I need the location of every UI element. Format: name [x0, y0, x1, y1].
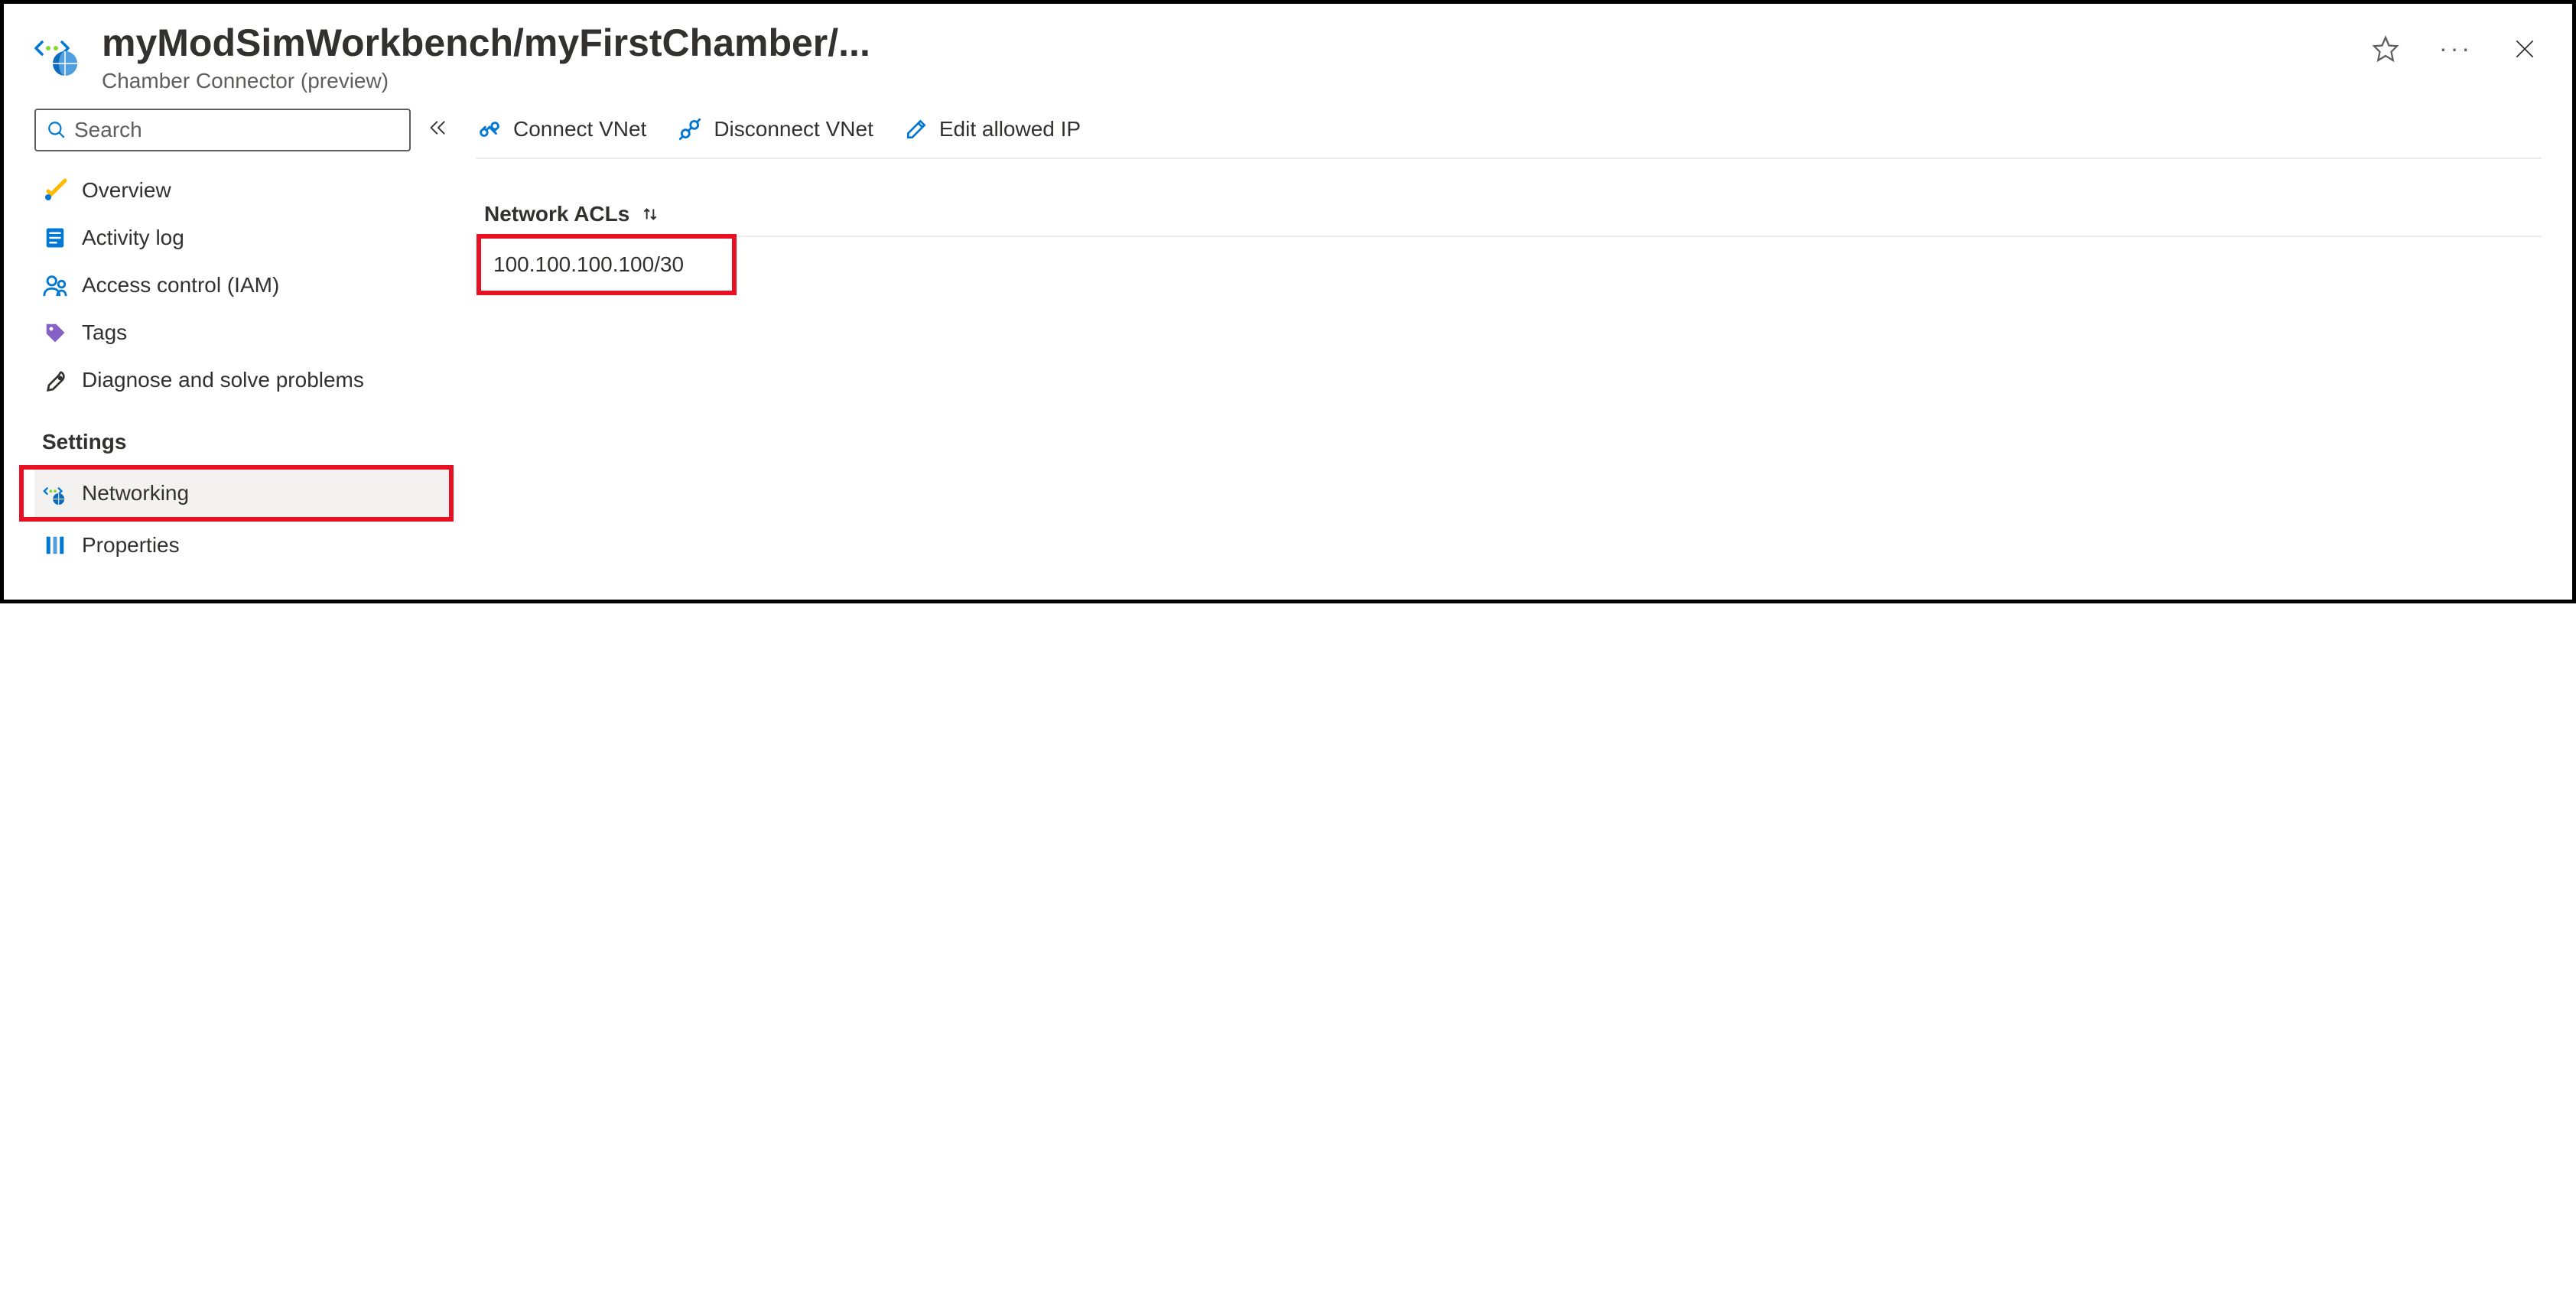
- tags-icon: [42, 320, 68, 346]
- sidebar-item-label: Tags: [82, 320, 127, 345]
- button-label: Disconnect VNet: [714, 117, 873, 141]
- table-row[interactable]: 100.100.100.100/30: [476, 234, 737, 295]
- main-content: Connect VNet Disconnect VNet Edit allowe…: [476, 109, 2542, 581]
- properties-icon: [42, 532, 68, 558]
- overview-icon: [42, 177, 68, 203]
- disconnect-icon: [677, 116, 703, 142]
- disconnect-vnet-button[interactable]: Disconnect VNet: [677, 116, 873, 142]
- sidebar-section-settings: Settings: [34, 404, 454, 465]
- edit-allowed-ip-button[interactable]: Edit allowed IP: [904, 117, 1081, 141]
- favorite-button[interactable]: [2367, 31, 2404, 67]
- sidebar-item-tags[interactable]: Tags: [34, 309, 454, 356]
- page-subtitle: Chamber Connector (preview): [102, 69, 2349, 93]
- resource-icon: [34, 28, 83, 83]
- sidebar-item-diagnose[interactable]: Diagnose and solve problems: [34, 356, 454, 404]
- connect-icon: [476, 116, 503, 142]
- sort-icon: [640, 204, 660, 224]
- sidebar-item-label: Diagnose and solve problems: [82, 368, 364, 392]
- highlight-acl-row: 100.100.100.100/30: [476, 234, 2542, 295]
- column-label: Network ACLs: [484, 202, 629, 226]
- sidebar-item-properties[interactable]: Properties: [34, 522, 454, 569]
- sidebar-item-label: Overview: [82, 178, 171, 203]
- button-label: Edit allowed IP: [939, 117, 1081, 141]
- button-label: Connect VNet: [513, 117, 646, 141]
- connect-vnet-button[interactable]: Connect VNet: [476, 116, 646, 142]
- more-button[interactable]: ···: [2435, 30, 2477, 67]
- sidebar-item-access-control[interactable]: Access control (IAM): [34, 262, 454, 309]
- sidebar-item-label: Properties: [82, 533, 180, 558]
- search-input[interactable]: [74, 118, 398, 142]
- edit-icon: [904, 117, 929, 141]
- network-acls-table: Network ACLs 100.100.100.100/30: [476, 193, 2542, 295]
- sidebar: Overview Activity log Access control (IA…: [34, 109, 454, 581]
- diagnose-icon: [42, 367, 68, 393]
- page-title: myModSimWorkbench/myFirstChamber/...: [102, 22, 2349, 64]
- highlight-networking: Networking: [19, 465, 454, 522]
- sidebar-item-label: Networking: [82, 481, 189, 506]
- networking-icon: [42, 480, 68, 506]
- collapse-sidebar-button[interactable]: [423, 112, 454, 148]
- acl-cell-value: 100.100.100.100/30: [493, 252, 684, 276]
- sidebar-item-label: Access control (IAM): [82, 273, 279, 297]
- page-header: myModSimWorkbench/myFirstChamber/... Cha…: [34, 22, 2542, 109]
- sidebar-item-networking[interactable]: Networking: [34, 470, 449, 517]
- close-button[interactable]: [2508, 32, 2542, 66]
- sidebar-item-label: Activity log: [82, 226, 184, 250]
- search-input-wrap[interactable]: [34, 109, 411, 151]
- command-bar: Connect VNet Disconnect VNet Edit allowe…: [476, 109, 2542, 159]
- access-control-icon: [42, 272, 68, 298]
- sidebar-item-overview[interactable]: Overview: [34, 167, 454, 214]
- column-header-network-acls[interactable]: Network ACLs: [476, 193, 2542, 237]
- sidebar-item-activity-log[interactable]: Activity log: [34, 214, 454, 262]
- activity-log-icon: [42, 225, 68, 251]
- search-icon: [47, 120, 67, 140]
